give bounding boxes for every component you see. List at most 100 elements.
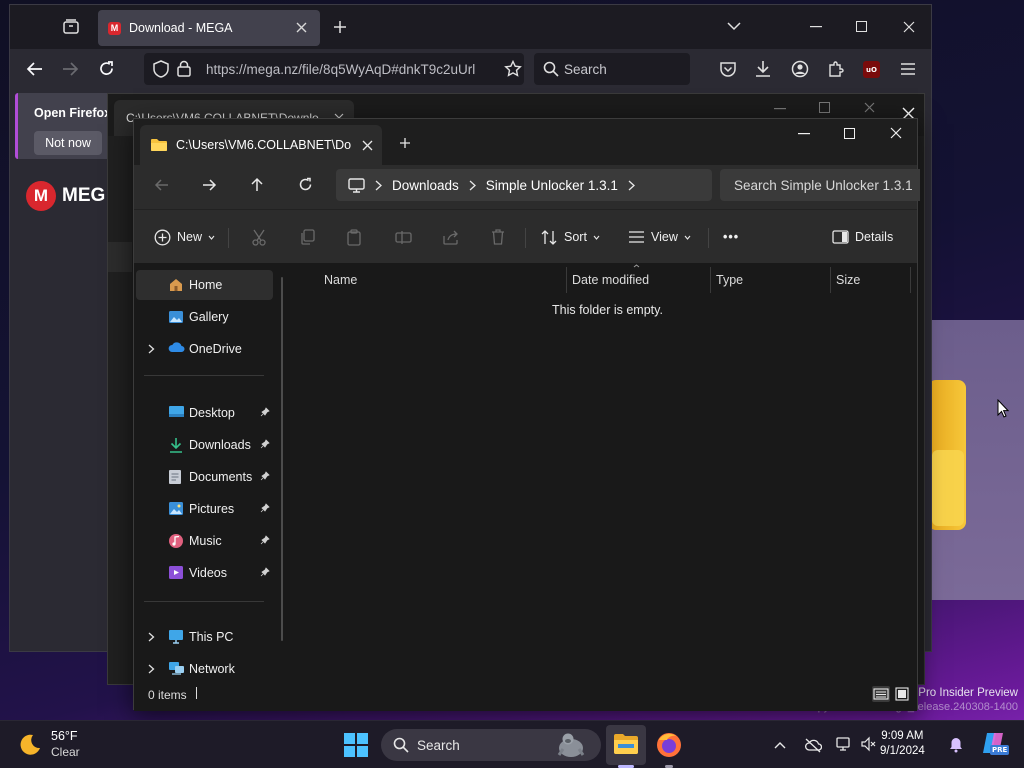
show-hidden-icons-chevron-icon[interactable]	[774, 741, 786, 749]
nav-item-onedrive[interactable]: OneDrive	[136, 334, 273, 364]
view-button[interactable]: View	[628, 224, 691, 250]
column-header-type[interactable]: Type	[716, 267, 743, 293]
nav-item-pictures[interactable]: Pictures	[136, 494, 273, 524]
breadcrumb[interactable]: Downloads Simple Unlocker 1.3.1	[336, 169, 712, 201]
expand-chevron-icon[interactable]	[148, 344, 155, 354]
mega-logo[interactable]: M MEG	[26, 181, 105, 211]
close-window-icon[interactable]	[903, 21, 915, 33]
up-arrow-icon[interactable]	[250, 177, 264, 192]
firefox-tab-mega[interactable]: M Download - MEGA	[98, 10, 320, 46]
pin-icon[interactable]	[260, 439, 270, 449]
account-icon[interactable]	[791, 60, 809, 78]
close-tab-icon[interactable]	[362, 140, 373, 151]
url-bar[interactable]: https://mega.nz/file/8q5WyAqD#dnkT9c2uUr…	[144, 53, 524, 85]
network-status-icon[interactable]	[836, 736, 852, 752]
extensions-puzzle-icon[interactable]	[827, 60, 845, 78]
new-tab-plus-icon[interactable]	[399, 137, 411, 149]
nav-item-documents[interactable]: Documents	[136, 462, 273, 492]
sort-button[interactable]: Sort	[541, 224, 600, 250]
explorer-search-input[interactable]: Search Simple Unlocker 1.3.1	[720, 169, 920, 201]
close-tab-icon[interactable]	[296, 22, 307, 33]
breadcrumb-downloads[interactable]: Downloads	[392, 178, 459, 193]
expand-chevron-icon[interactable]	[148, 664, 155, 674]
windows-start-icon[interactable]	[344, 733, 368, 757]
breadcrumb-separator-icon[interactable]	[469, 180, 476, 191]
column-divider[interactable]	[710, 267, 711, 293]
maximize-icon[interactable]	[819, 102, 830, 113]
forward-arrow-icon[interactable]	[202, 178, 217, 192]
maximize-icon[interactable]	[844, 128, 855, 139]
nav-item-downloads[interactable]: Downloads	[136, 430, 273, 460]
minimize-icon[interactable]	[810, 26, 822, 28]
system-clock[interactable]: 9:09 AM 9/1/2024	[880, 729, 925, 759]
pin-icon[interactable]	[260, 567, 270, 577]
details-view-icon[interactable]	[872, 686, 890, 702]
refresh-icon[interactable]	[298, 177, 313, 192]
pin-icon[interactable]	[260, 407, 270, 417]
file-explorer-app-icon[interactable]	[613, 733, 639, 755]
tab-overview-icon[interactable]	[62, 18, 80, 36]
lock-icon[interactable]	[177, 60, 191, 77]
volume-muted-icon[interactable]	[860, 736, 876, 752]
nav-item-desktop[interactable]: Desktop	[136, 398, 273, 428]
firefox-app-icon[interactable]	[656, 732, 682, 758]
forward-arrow-icon[interactable]	[62, 61, 79, 77]
column-divider[interactable]	[566, 267, 567, 293]
copy-button[interactable]	[299, 224, 315, 250]
shield-icon[interactable]	[153, 60, 169, 78]
nav-item-home[interactable]: Home	[136, 270, 273, 300]
explorer-tab[interactable]: C:\Users\VM6.COLLABNET\Do	[140, 125, 382, 165]
back-arrow-icon[interactable]	[26, 61, 43, 77]
new-button[interactable]: New	[154, 224, 215, 250]
ublock-origin-icon[interactable]: uO	[863, 61, 880, 78]
rename-button[interactable]	[395, 224, 412, 250]
column-header-date-modified[interactable]: Date modified	[572, 267, 649, 293]
copy-icon	[299, 229, 315, 245]
breadcrumb-separator-icon[interactable]	[375, 180, 382, 191]
minimize-icon[interactable]	[774, 108, 786, 110]
close-window-icon[interactable]	[864, 102, 875, 113]
column-header-name[interactable]: Name	[324, 267, 357, 293]
taskbar-search[interactable]: Search	[381, 729, 601, 761]
minimize-icon[interactable]	[798, 133, 810, 135]
cut-button[interactable]	[252, 224, 266, 250]
pocket-icon[interactable]	[719, 61, 737, 78]
pin-icon[interactable]	[260, 503, 270, 513]
close-window-icon[interactable]	[890, 127, 902, 139]
nav-item-this-pc[interactable]: This PC	[136, 622, 273, 652]
maximize-icon[interactable]	[856, 21, 867, 32]
details-pane-button[interactable]: Details	[832, 224, 893, 250]
list-all-tabs-chevron-icon[interactable]	[727, 22, 741, 31]
hamburger-menu-icon[interactable]	[900, 62, 916, 76]
this-pc-monitor-icon[interactable]	[348, 177, 365, 193]
bookmark-star-icon[interactable]	[500, 60, 522, 78]
file-explorer-window: C:\Users\VM6.COLLABNET\Do Downloads Simp…	[133, 118, 920, 711]
expand-chevron-icon[interactable]	[148, 632, 155, 642]
pin-icon[interactable]	[260, 471, 270, 481]
nav-item-videos[interactable]: Videos	[136, 558, 273, 588]
column-divider[interactable]	[830, 267, 831, 293]
mega-logo-circle-icon: M	[26, 181, 56, 211]
see-more-button[interactable]: •••	[723, 224, 739, 250]
column-header-size[interactable]: Size	[836, 267, 860, 293]
pin-icon[interactable]	[260, 535, 270, 545]
back-arrow-icon[interactable]	[154, 178, 169, 192]
toolbar-divider	[708, 228, 709, 248]
breadcrumb-simple-unlocker[interactable]: Simple Unlocker 1.3.1	[486, 178, 618, 193]
reload-icon[interactable]	[98, 60, 115, 77]
paste-button[interactable]	[347, 224, 361, 250]
breadcrumb-expand-chevron-icon[interactable]	[628, 180, 635, 191]
share-button[interactable]	[443, 224, 459, 250]
nav-item-gallery[interactable]: Gallery	[136, 302, 273, 332]
downloads-icon[interactable]	[754, 60, 772, 78]
navigation-scrollbar[interactable]	[281, 277, 283, 641]
notification-bell-icon[interactable]	[949, 737, 963, 753]
nav-item-music[interactable]: Music	[136, 526, 273, 556]
new-tab-plus-icon[interactable]	[333, 20, 347, 34]
firefox-search-box[interactable]: Search	[534, 53, 690, 85]
onedrive-offline-icon[interactable]	[804, 737, 822, 753]
column-divider[interactable]	[910, 267, 911, 293]
large-icons-view-icon[interactable]	[894, 686, 910, 702]
delete-button[interactable]	[491, 224, 505, 250]
not-now-button[interactable]: Not now	[34, 131, 102, 155]
